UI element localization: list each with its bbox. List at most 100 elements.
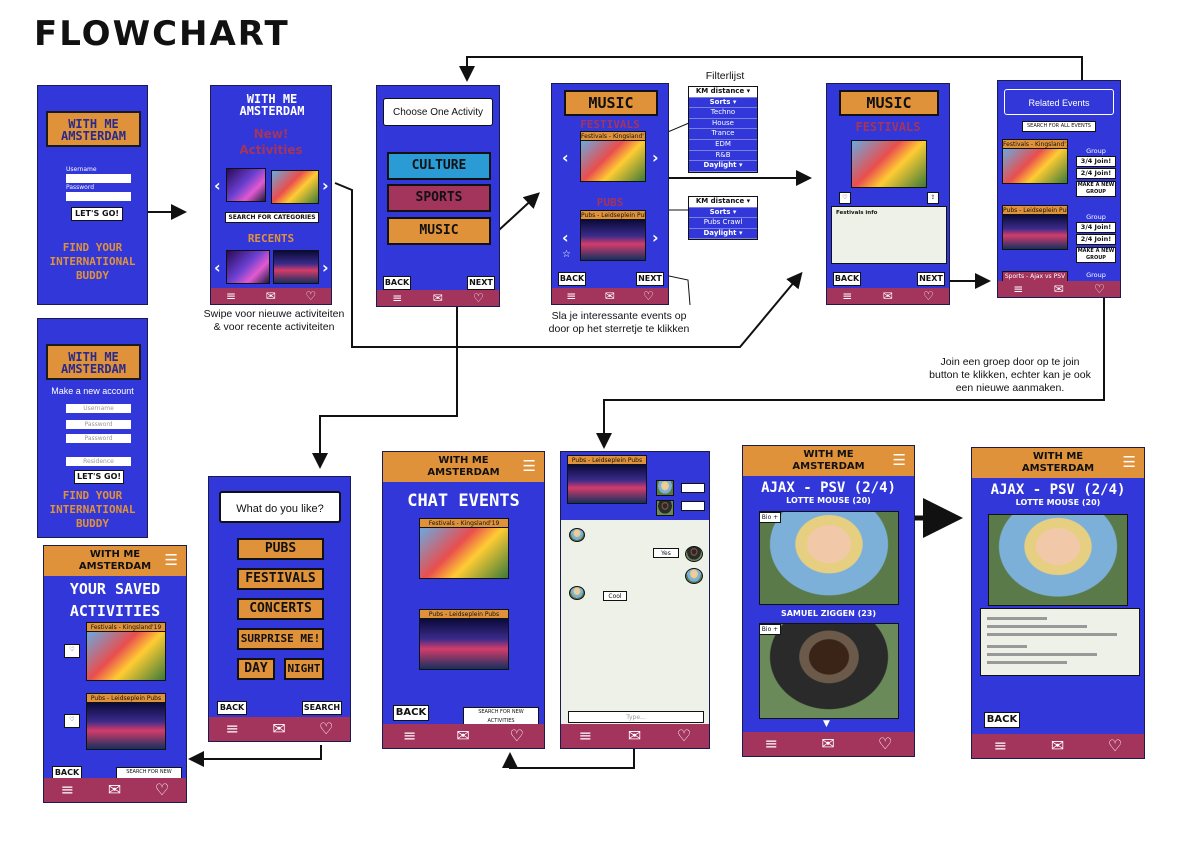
join-button[interactable]: 3/4 Join!: [1076, 156, 1116, 167]
mail-icon[interactable]: ✉: [456, 724, 469, 748]
heart-icon[interactable]: ♡: [677, 724, 691, 748]
heart-icon[interactable]: ♡: [64, 644, 80, 658]
mail-icon[interactable]: ✉: [628, 724, 641, 748]
search-button[interactable]: SEARCH: [302, 701, 342, 715]
heart-icon[interactable]: ♡: [839, 192, 851, 204]
search-all-events-button[interactable]: SEARCH FOR ALL EVENTS: [1022, 121, 1096, 132]
register-residence[interactable]: Residence: [66, 457, 131, 466]
list-icon[interactable]: ≡: [1013, 281, 1023, 297]
filter-1-item[interactable]: Techno: [689, 108, 757, 119]
next-button[interactable]: NEXT: [917, 272, 945, 286]
chevron-right-icon[interactable]: ›: [652, 150, 659, 166]
filter-1-item[interactable]: EDM: [689, 140, 757, 151]
heart-icon[interactable]: ♡: [923, 288, 934, 304]
chevron-down-icon[interactable]: ▼: [823, 720, 830, 729]
filter-1-item[interactable]: House: [689, 119, 757, 130]
filter-1-item[interactable]: R&B: [689, 151, 757, 162]
concerts-option[interactable]: CONCERTS: [237, 598, 324, 620]
heart-icon[interactable]: ♡: [643, 288, 654, 304]
mail-icon[interactable]: ✉: [1051, 734, 1064, 758]
filter-2-item[interactable]: Pubs Crawl: [689, 218, 757, 229]
day-option[interactable]: DAY: [237, 658, 275, 680]
share-icon[interactable]: ⇪: [927, 192, 939, 204]
filter-2-item[interactable]: Sorts ▾: [689, 208, 757, 219]
recent-thumbnail[interactable]: [226, 250, 270, 284]
heart-icon[interactable]: ♡: [319, 717, 333, 741]
join-button[interactable]: 3/4 Join!: [1076, 222, 1116, 233]
list-icon[interactable]: ≡: [226, 288, 236, 304]
register-button[interactable]: LET'S GO!: [74, 470, 124, 484]
filter-1-item[interactable]: Trance: [689, 129, 757, 140]
chevron-left-icon[interactable]: ‹: [214, 260, 221, 276]
festival-photo[interactable]: [419, 527, 509, 579]
mail-icon[interactable]: ✉: [883, 288, 893, 304]
recent-thumbnail[interactable]: [273, 250, 319, 284]
pubs-photo[interactable]: [86, 702, 166, 750]
join-toggle[interactable]: [681, 501, 705, 511]
list-icon[interactable]: ≡: [226, 717, 239, 741]
login-button[interactable]: LET'S GO!: [71, 207, 123, 221]
list-icon[interactable]: ≡: [61, 778, 74, 802]
register-password[interactable]: Password: [66, 420, 131, 429]
make-group-button[interactable]: MAKE A NEW GROUP: [1076, 247, 1116, 263]
back-button[interactable]: BACK: [833, 272, 861, 286]
filter-1-item[interactable]: Sorts ▾: [689, 98, 757, 109]
filter-1-item[interactable]: Daylight ▾: [689, 161, 757, 172]
festival-photo[interactable]: [580, 140, 646, 182]
mail-icon[interactable]: ✉: [272, 717, 285, 741]
activity-thumbnail[interactable]: [271, 170, 319, 204]
next-button[interactable]: NEXT: [467, 276, 495, 290]
list-icon[interactable]: ≡: [566, 288, 576, 304]
username-field[interactable]: [66, 174, 131, 183]
join-toggle[interactable]: [681, 483, 705, 493]
member-avatar[interactable]: [656, 480, 674, 496]
back-button[interactable]: BACK: [383, 276, 411, 290]
chevron-left-icon[interactable]: ‹: [562, 150, 569, 166]
member-photo[interactable]: [759, 623, 899, 719]
festival-photo[interactable]: [1002, 148, 1068, 184]
surprise-option[interactable]: SURPRISE ME!: [237, 628, 324, 650]
hamburger-menu-icon[interactable]: ☰: [165, 552, 178, 568]
chevron-left-icon[interactable]: ‹: [562, 230, 569, 246]
back-button[interactable]: BACK: [393, 705, 429, 721]
heart-icon[interactable]: ♡: [878, 732, 892, 756]
festival-photo[interactable]: [86, 631, 166, 681]
join-button[interactable]: 2/4 Join!: [1076, 234, 1116, 245]
heart-icon[interactable]: ♡: [510, 724, 524, 748]
hamburger-menu-icon[interactable]: ☰: [523, 458, 536, 474]
back-button[interactable]: BACK: [217, 701, 247, 715]
heart-icon[interactable]: ♡: [305, 288, 316, 304]
heart-icon[interactable]: ♡: [1094, 281, 1105, 297]
mail-icon[interactable]: ✉: [821, 732, 834, 756]
register-password-confirm[interactable]: Password: [66, 434, 131, 443]
pubs-photo[interactable]: [419, 618, 509, 670]
member-photo[interactable]: [759, 511, 899, 605]
filter-list-2[interactable]: KM distance ▾ Sorts ▾ Pubs Crawl Dayligh…: [688, 196, 758, 241]
list-icon[interactable]: ≡: [392, 290, 402, 306]
next-button[interactable]: NEXT: [636, 272, 664, 286]
back-button[interactable]: BACK: [558, 272, 586, 286]
filter-1-item[interactable]: KM distance ▾: [689, 87, 757, 98]
list-icon[interactable]: ≡: [765, 732, 778, 756]
password-field[interactable]: [66, 192, 131, 201]
join-button[interactable]: 2/4 Join!: [1076, 168, 1116, 179]
search-categories-button[interactable]: SEARCH FOR CATEGORIES: [225, 212, 319, 223]
member-avatar[interactable]: [656, 500, 674, 516]
mail-icon[interactable]: ✉: [1054, 281, 1064, 297]
filter-2-item[interactable]: KM distance ▾: [689, 197, 757, 208]
list-icon[interactable]: ≡: [403, 724, 416, 748]
back-button[interactable]: BACK: [984, 712, 1020, 728]
hamburger-menu-icon[interactable]: ☰: [893, 452, 906, 468]
sports-button[interactable]: SPORTS: [387, 184, 491, 212]
mail-icon[interactable]: ✉: [605, 288, 615, 304]
pubs-option[interactable]: PUBS: [237, 538, 324, 560]
register-username[interactable]: Username: [66, 404, 131, 413]
chevron-right-icon[interactable]: ›: [322, 260, 329, 276]
festivals-option[interactable]: FESTIVALS: [237, 568, 324, 590]
culture-button[interactable]: CULTURE: [387, 152, 491, 180]
chat-input[interactable]: Type...: [568, 711, 704, 723]
filter-2-item[interactable]: Daylight ▾: [689, 229, 757, 240]
chevron-right-icon[interactable]: ›: [322, 178, 329, 194]
activity-thumbnail[interactable]: [226, 168, 266, 202]
star-save-icon[interactable]: ☆: [562, 250, 571, 260]
